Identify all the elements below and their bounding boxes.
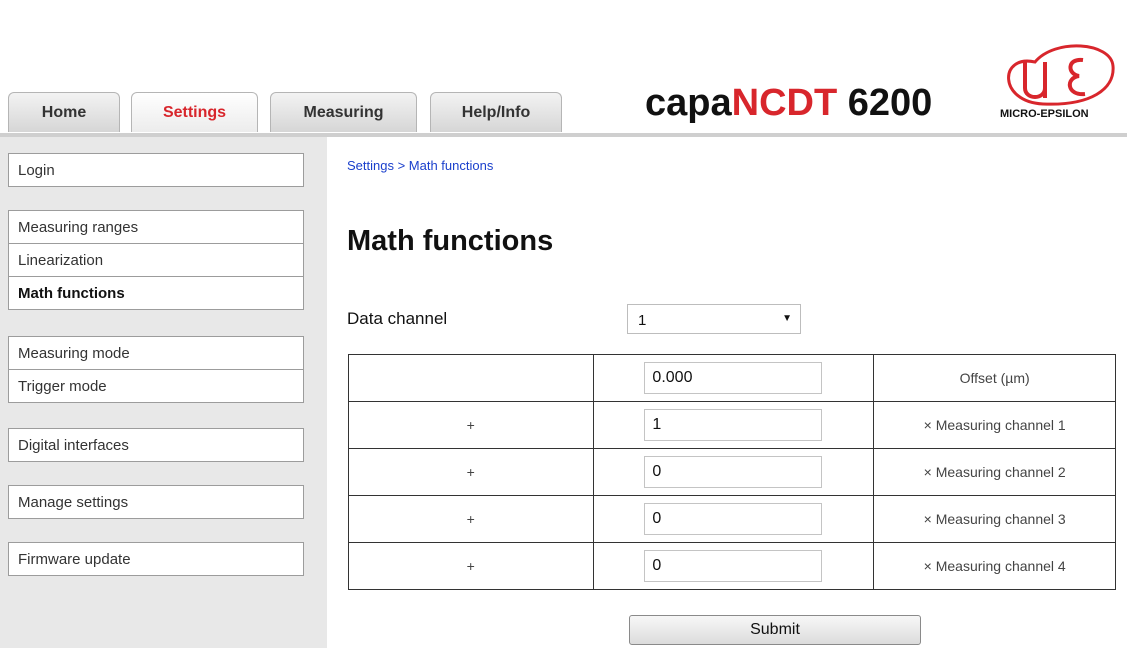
logo-text: MICRO-EPSILON: [1000, 108, 1089, 120]
value-cell: [592, 542, 875, 590]
table-row: + × Measuring channel 1: [348, 401, 1116, 449]
sidebar: Login Measuring ranges Linearization Mat…: [0, 137, 327, 648]
sidebar-item-manage-settings[interactable]: Manage settings: [8, 485, 304, 519]
product-title-suffix: 6200: [837, 82, 933, 124]
sidebar-group-interfaces: Digital interfaces: [8, 428, 304, 462]
sidebar-item-math-functions[interactable]: Math functions: [8, 276, 304, 310]
data-channel-value: 1: [638, 312, 647, 329]
table-row: + × Measuring channel 3: [348, 495, 1116, 543]
data-channel-label: Data channel: [347, 309, 448, 328]
product-title-prefix: capa: [645, 82, 732, 124]
channel-2-factor-input[interactable]: [644, 456, 823, 488]
row-label: × Measuring channel 1: [873, 401, 1116, 449]
sidebar-group-manage: Manage settings: [8, 485, 304, 519]
submit-button[interactable]: Submit: [629, 615, 921, 645]
tab-home[interactable]: Home: [8, 92, 120, 132]
channel-4-factor-input[interactable]: [644, 550, 823, 582]
operator-cell: +: [348, 448, 594, 496]
sidebar-item-digital-interfaces[interactable]: Digital interfaces: [8, 428, 304, 462]
operator-cell: +: [348, 495, 594, 543]
row-label: Offset (µm): [873, 354, 1116, 402]
sidebar-item-measuring-ranges[interactable]: Measuring ranges: [8, 210, 304, 244]
product-title: capaNCDT 6200: [645, 82, 932, 125]
product-title-highlight: NCDT: [731, 82, 838, 124]
main-content: Settings > Math functions Math functions…: [327, 137, 1127, 648]
value-cell: [592, 495, 875, 543]
tab-settings[interactable]: Settings: [131, 92, 258, 132]
row-label: × Measuring channel 4: [873, 542, 1116, 590]
sidebar-group-modes: Measuring mode Trigger mode: [8, 336, 304, 403]
data-channel-select[interactable]: 1 ▼: [627, 304, 801, 334]
row-label: × Measuring channel 3: [873, 495, 1116, 543]
table-row: + × Measuring channel 2: [348, 448, 1116, 496]
breadcrumb[interactable]: Settings > Math functions: [347, 158, 493, 173]
offset-input[interactable]: [644, 362, 823, 394]
value-cell: [592, 354, 875, 402]
tab-measuring[interactable]: Measuring: [270, 92, 417, 132]
value-cell: [592, 448, 875, 496]
page-title: Math functions: [347, 225, 554, 257]
chevron-down-icon: ▼: [782, 313, 792, 324]
table-row: + × Measuring channel 4: [348, 542, 1116, 590]
channel-1-factor-input[interactable]: [644, 409, 823, 441]
sidebar-item-login[interactable]: Login: [8, 153, 304, 187]
channel-3-factor-input[interactable]: [644, 503, 823, 535]
row-label: × Measuring channel 2: [873, 448, 1116, 496]
header: Home Settings Measuring Help/Info capaNC…: [0, 0, 1127, 137]
operator-cell: +: [348, 401, 594, 449]
sidebar-item-firmware-update[interactable]: Firmware update: [8, 542, 304, 576]
sidebar-item-measuring-mode[interactable]: Measuring mode: [8, 336, 304, 370]
sidebar-group-ranges: Measuring ranges Linearization Math func…: [8, 210, 304, 310]
sidebar-item-linearization[interactable]: Linearization: [8, 243, 304, 277]
sidebar-group-firmware: Firmware update: [8, 542, 304, 576]
operator-cell: [348, 354, 594, 402]
math-functions-table: Offset (µm) + × Measuring channel 1 + × …: [348, 354, 1116, 590]
tab-help-info[interactable]: Help/Info: [430, 92, 562, 132]
value-cell: [592, 401, 875, 449]
sidebar-item-trigger-mode[interactable]: Trigger mode: [8, 369, 304, 403]
operator-cell: +: [348, 542, 594, 590]
table-row: Offset (µm): [348, 354, 1116, 402]
sidebar-group-login: Login: [8, 153, 304, 187]
